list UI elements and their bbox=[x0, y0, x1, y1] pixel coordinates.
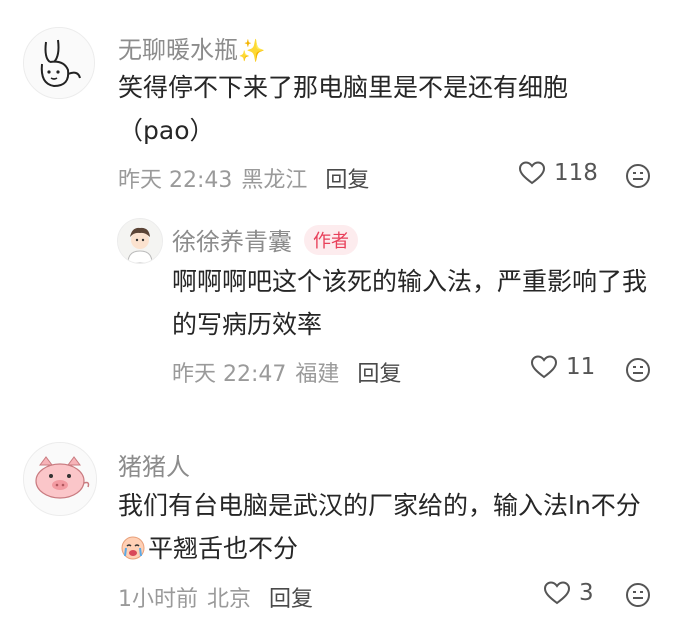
crying-face-emoji-icon bbox=[120, 531, 146, 560]
location: 福建 bbox=[295, 362, 340, 387]
heart-icon bbox=[543, 581, 571, 605]
comment-text-part2: 平翘舌也不分 bbox=[148, 534, 299, 563]
like-button[interactable]: 3 bbox=[543, 580, 594, 606]
username[interactable]: 猪猪人 bbox=[118, 447, 190, 482]
emoji-reaction-icon bbox=[626, 358, 650, 382]
emoji-reaction-icon bbox=[626, 583, 650, 607]
timestamp: 1小时前 bbox=[118, 587, 198, 612]
comment-text-part1: 我们有台电脑是武汉的厂家给的，输入法ln不分 bbox=[118, 491, 641, 520]
like-count: 3 bbox=[579, 580, 594, 606]
comment-meta: 昨天 22:43 黑龙江 回复 bbox=[118, 162, 369, 194]
comment-meta: 昨天 22:47 福建 回复 bbox=[172, 356, 401, 388]
emoji-reaction-button[interactable] bbox=[625, 163, 651, 189]
like-count: 118 bbox=[554, 160, 598, 186]
avatar[interactable] bbox=[23, 27, 95, 99]
emoji-reaction-icon bbox=[626, 164, 650, 188]
location: 黑龙江 bbox=[241, 168, 308, 193]
like-count: 11 bbox=[566, 354, 596, 380]
doctor-cartoon-icon bbox=[118, 219, 162, 263]
comment-text: 啊啊啊吧这个该死的输入法，严重影响了我的写病历效率 bbox=[172, 267, 648, 339]
emoji-reaction-button[interactable] bbox=[625, 582, 651, 608]
bunny-doodle-icon bbox=[24, 28, 94, 98]
timestamp: 昨天 22:47 bbox=[172, 362, 287, 387]
username-text: 猪猪人 bbox=[118, 453, 190, 481]
like-button[interactable]: 11 bbox=[530, 354, 595, 380]
avatar[interactable] bbox=[117, 218, 163, 264]
username[interactable]: 无聊暖水瓶✨ bbox=[118, 30, 265, 65]
comment-text: 我们有台电脑是武汉的厂家给的，输入法ln不分 平翘舌也不分 bbox=[118, 484, 658, 570]
timestamp: 昨天 22:43 bbox=[118, 168, 233, 193]
reply-button[interactable]: 回复 bbox=[269, 581, 313, 613]
comment-meta: 1小时前 北京 回复 bbox=[118, 581, 313, 613]
emoji-reaction-button[interactable] bbox=[625, 357, 651, 383]
avatar[interactable] bbox=[23, 442, 97, 516]
pig-icon bbox=[24, 443, 96, 515]
reply-button[interactable]: 回复 bbox=[325, 162, 369, 194]
author-badge: 作者 bbox=[304, 225, 358, 255]
comment-text: 笑得停不下来了那电脑里是不是还有细胞（pao） bbox=[118, 73, 569, 145]
heart-icon bbox=[518, 161, 546, 185]
username[interactable]: 徐徐养青囊 作者 bbox=[172, 222, 358, 257]
reply-button[interactable]: 回复 bbox=[357, 356, 401, 388]
sparkle-icon: ✨ bbox=[238, 39, 266, 64]
location: 北京 bbox=[207, 587, 252, 612]
like-button[interactable]: 118 bbox=[518, 160, 598, 186]
username-text: 无聊暖水瓶 bbox=[118, 36, 238, 64]
username-text: 徐徐养青囊 bbox=[172, 228, 292, 256]
heart-icon bbox=[530, 355, 558, 379]
